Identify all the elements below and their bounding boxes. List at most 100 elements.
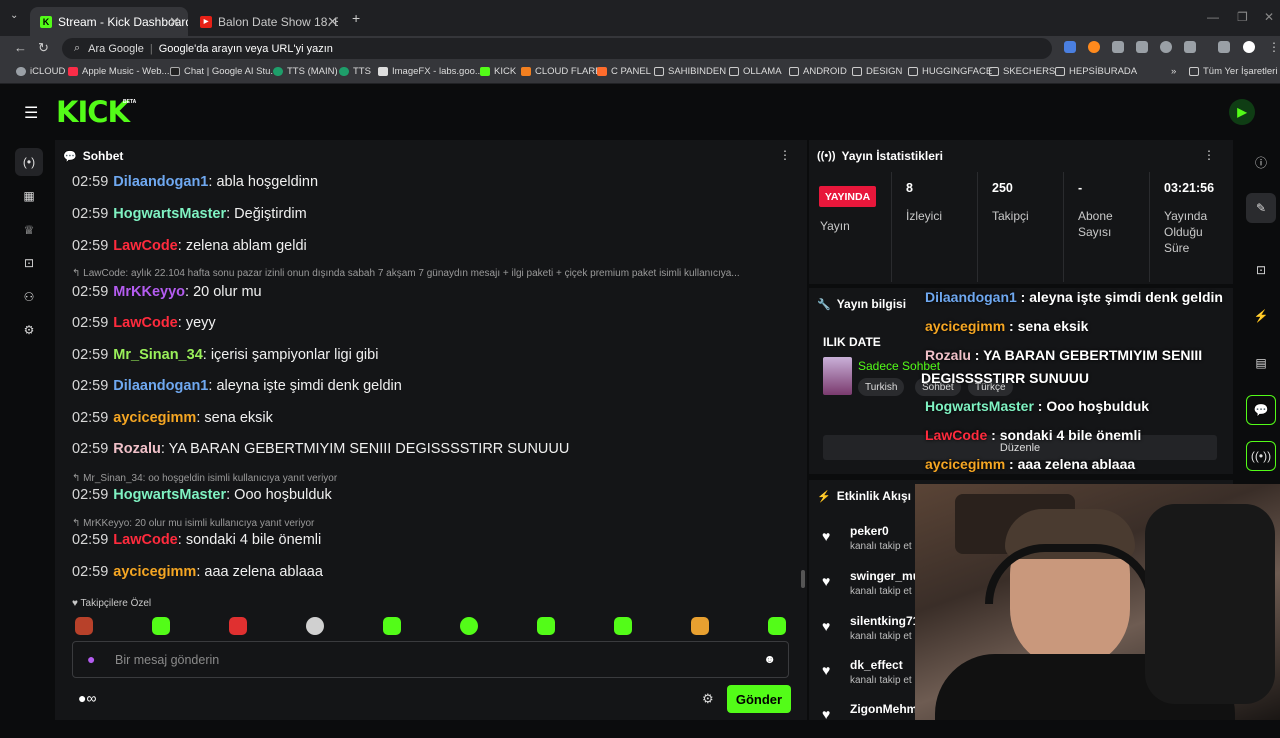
bookmarks-more[interactable]: » <box>1171 66 1176 77</box>
emote-icon[interactable] <box>537 617 555 635</box>
chat-settings-icon[interactable]: ⚙ <box>702 691 714 707</box>
message-text: sena eksik <box>204 410 273 426</box>
tab-kick-dashboard[interactable]: K Stream - Kick Dashboard ✕ <box>30 7 188 36</box>
trophy-icon[interactable]: ♕ <box>15 216 43 244</box>
message-text: Değiştirdim <box>234 206 307 222</box>
extension-icon[interactable] <box>1160 41 1172 53</box>
bookmark-folder[interactable]: SKECHERS <box>989 66 1055 77</box>
tab-search-icon[interactable]: ⌄ <box>10 10 18 21</box>
microphone-icon[interactable]: ● <box>87 651 95 667</box>
extension-icon[interactable] <box>1064 41 1076 53</box>
message-username[interactable]: aycicegimm <box>113 564 196 580</box>
minimize-icon[interactable]: — <box>1207 10 1219 24</box>
all-bookmarks[interactable]: Tüm Yer İşaretleri <box>1189 66 1277 77</box>
event-username[interactable]: silentking71 <box>850 614 919 628</box>
close-tab-icon[interactable]: ✕ <box>327 14 338 30</box>
message-username[interactable]: MrKKeyyo <box>113 284 185 300</box>
emote-icon[interactable] <box>691 617 709 635</box>
bookmark-folder[interactable]: SAHIBINDEN <box>654 66 726 77</box>
emote-icon[interactable] <box>229 617 247 635</box>
emote-icon[interactable] <box>306 617 324 635</box>
infinity-icon[interactable]: ●∞ <box>78 690 96 706</box>
chat-message: 02:59 Rozalu: YA BARAN GEBERTMIYIM SENIII… <box>72 441 569 457</box>
stream-icon[interactable]: (•) <box>15 148 43 176</box>
hamburger-menu-icon[interactable]: ☰ <box>24 103 38 123</box>
stat-uptime: 03:21:56 Yayında Olduğu Süre <box>1164 181 1215 255</box>
close-window-icon[interactable]: ✕ <box>1264 10 1274 24</box>
message-username[interactable]: Dilaandogan1 <box>113 378 208 394</box>
emote-icon[interactable] <box>768 617 786 635</box>
address-bar[interactable]: ⌕ Ara Google | Google'da arayın veya URL… <box>62 38 1052 59</box>
event-username[interactable]: swinger_mu <box>850 569 920 583</box>
emote-icon[interactable] <box>75 617 93 635</box>
message-username[interactable]: Mr_Sinan_34 <box>113 347 202 363</box>
reload-icon[interactable]: ↻ <box>38 40 49 56</box>
bookmark-item[interactable]: Chat | Google AI Stu... <box>170 66 278 77</box>
media-icon[interactable] <box>1218 41 1230 53</box>
extension-icon[interactable] <box>1112 41 1124 53</box>
separator: : <box>1005 456 1018 472</box>
capture-icon[interactable]: ⊡ <box>1246 255 1276 285</box>
event-username[interactable]: dk_effect <box>850 658 903 672</box>
overlay-username: Rozalu <box>925 347 971 363</box>
users-icon[interactable]: ⚇ <box>15 283 43 311</box>
menu-icon[interactable]: ⋮ <box>1268 40 1280 54</box>
message-username[interactable]: aycicegimm <box>113 410 196 426</box>
extension-icon[interactable] <box>1136 41 1148 53</box>
maximize-icon[interactable]: ❐ <box>1237 10 1248 24</box>
message-username[interactable]: LawCode <box>113 238 177 254</box>
message-username[interactable]: Dilaandogan1 <box>113 174 208 190</box>
bookmark-item[interactable]: iCLOUD <box>16 66 65 77</box>
chat-input-field[interactable]: ● Bir mesaj gönderin ☻ <box>72 641 789 678</box>
bookmark-folder[interactable]: OLLAMA <box>729 66 782 77</box>
profile-avatar[interactable] <box>1243 41 1255 53</box>
document-icon[interactable]: ▤ <box>1246 348 1276 378</box>
capture-icon[interactable]: ⊡ <box>15 249 43 277</box>
separator: : <box>177 532 186 548</box>
bookmark-item[interactable]: CLOUD FLARE <box>521 66 602 77</box>
message-username[interactable]: LawCode <box>113 315 177 331</box>
emote-icon[interactable] <box>614 617 632 635</box>
close-tab-icon[interactable]: ✕ <box>169 14 180 30</box>
emote-icon[interactable] <box>152 617 170 635</box>
event-username[interactable]: ZigonMehm <box>850 702 917 716</box>
message-username[interactable]: HogwartsMaster <box>113 487 226 503</box>
info-icon[interactable]: ⓘ <box>1246 147 1276 177</box>
bookmark-item[interactable]: ImageFX - labs.goo... <box>378 66 483 77</box>
extension-icon[interactable] <box>1088 41 1100 53</box>
chat-scrollbar[interactable] <box>801 570 805 588</box>
send-button[interactable]: Gönder <box>727 685 791 713</box>
tab-youtube[interactable]: ▶ Balon Date Show 18. Bölüm Da ✕ <box>190 7 346 36</box>
event-username[interactable]: peker0 <box>850 524 889 538</box>
emote-icon[interactable] <box>383 617 401 635</box>
message-username[interactable]: HogwartsMaster <box>113 206 226 222</box>
chat-icon[interactable]: 💬 <box>1246 395 1276 425</box>
bookmark-folder[interactable]: ANDROID <box>789 66 847 77</box>
kick-logo[interactable]: KICK <box>56 95 130 129</box>
lightning-icon[interactable]: ⚡ <box>1246 301 1276 331</box>
emoji-icon[interactable]: ☻ <box>763 652 776 666</box>
bookmark-folder[interactable]: HUGGINGFACE <box>908 66 992 77</box>
bookmark-item[interactable]: TTS <box>339 66 371 77</box>
bookmark-item[interactable]: C PANEL <box>597 66 651 77</box>
bookmark-item[interactable]: KICK <box>480 66 516 77</box>
puzzle-icon[interactable] <box>1184 41 1196 53</box>
gear-icon[interactable]: ⚙ <box>15 316 43 344</box>
broadcast-icon[interactable]: ((•)) <box>1246 441 1276 471</box>
more-options-icon[interactable]: ⋮ <box>779 148 791 162</box>
user-avatar[interactable]: ▶ <box>1229 99 1255 125</box>
more-options-icon[interactable]: ⋮ <box>1203 148 1215 162</box>
new-tab-button[interactable]: + <box>352 10 360 26</box>
analytics-icon[interactable]: ▦ <box>15 182 43 210</box>
bookmark-item[interactable]: Apple Music - Web... <box>68 66 169 77</box>
back-icon[interactable]: ← <box>14 40 27 55</box>
bookmark-folder[interactable]: HEPSİBURADA <box>1055 66 1137 77</box>
emote-icon[interactable] <box>460 617 478 635</box>
bookmark-folder[interactable]: DESIGN <box>852 66 902 77</box>
bookmark-item[interactable]: TTS (MAIN) <box>273 66 338 77</box>
chat-message: 02:59 LawCode: zelena ablam geldi <box>72 238 307 254</box>
message-username[interactable]: LawCode <box>113 532 177 548</box>
message-username[interactable]: Rozalu <box>113 441 161 457</box>
message-text: aaa zelena ablaaa <box>204 564 323 580</box>
pencil-icon[interactable]: ✎ <box>1246 193 1276 223</box>
